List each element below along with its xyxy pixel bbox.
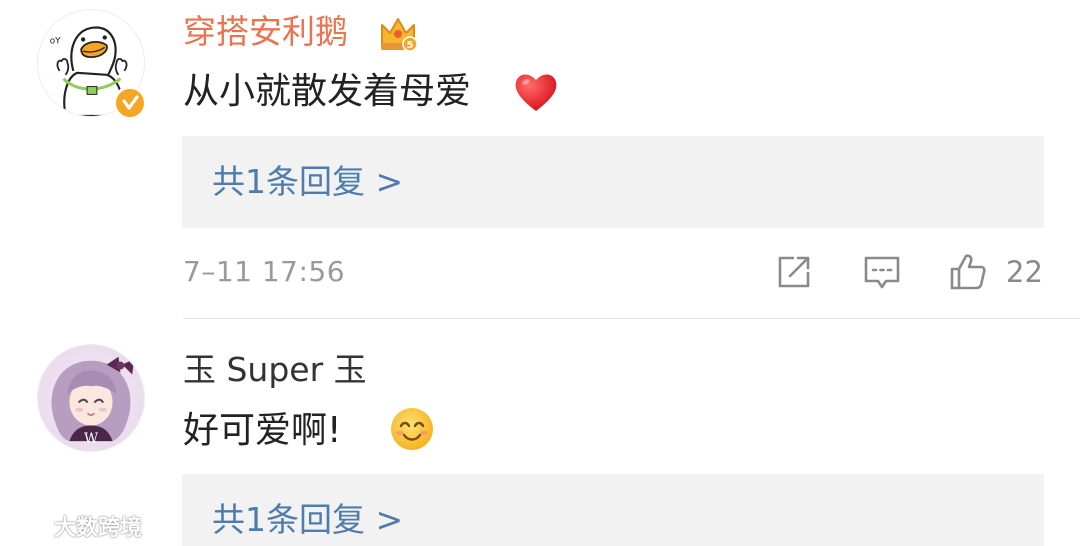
weibo-comment-page: oY 穿搭安利鹅 5 从小就散发着母爱 共1条回复 > 7–11 17:56 2… (0, 0, 1080, 546)
watermark-logo-icon (10, 513, 48, 539)
watermark: 大数跨境 (10, 510, 142, 542)
verified-badge-icon (113, 86, 147, 120)
view-replies-link[interactable]: 共1条回复 > (212, 500, 403, 540)
reply-box[interactable]: 共1条回复 > (182, 474, 1044, 546)
comment-icon[interactable] (862, 252, 902, 292)
comment-username[interactable]: 穿搭安利鹅 (183, 12, 348, 52)
reply-box[interactable]: 共1条回复 > (182, 136, 1044, 228)
avatar[interactable]: W (37, 344, 145, 452)
view-replies-link[interactable]: 共1条回复 > (212, 162, 403, 202)
red-heart-icon (512, 68, 560, 116)
watermark-text: 大数跨境 (54, 516, 143, 541)
svg-text:W: W (84, 431, 99, 447)
share-icon[interactable] (774, 252, 814, 292)
svg-text:oY: oY (50, 36, 61, 46)
smiling-face-icon (388, 405, 436, 453)
vip-crown-icon[interactable]: 5 (378, 15, 418, 53)
comment-timestamp: 7–11 17:56 (183, 255, 346, 288)
anime-girl-avatar-icon: W (38, 345, 144, 451)
crown-level: 5 (407, 40, 414, 51)
comment-text: 从小就散发着母爱 (183, 71, 472, 112)
comment-divider (183, 318, 1080, 319)
like-icon[interactable] (948, 252, 988, 292)
like-count: 22 (1006, 255, 1043, 289)
comment-text: 好可爱啊! (183, 410, 342, 451)
comment-username[interactable]: 玉 Super 玉 (183, 350, 367, 390)
